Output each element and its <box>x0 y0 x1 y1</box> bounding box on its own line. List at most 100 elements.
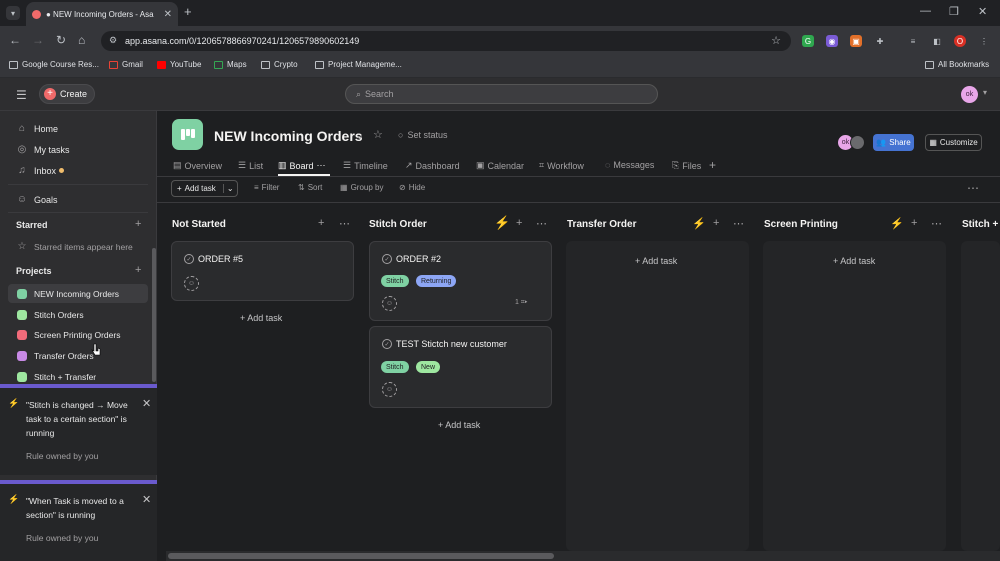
bookmark-item[interactable]: Project Manageme... <box>315 60 402 69</box>
media-controls-icon[interactable]: ≡ <box>907 35 919 47</box>
star-project-icon[interactable]: ☆ <box>373 128 383 141</box>
sidebar-item-inbox[interactable]: ♫ Inbox <box>16 165 65 176</box>
grammarly-extension-icon[interactable]: G <box>802 35 814 47</box>
forward-icon[interactable]: → <box>32 33 44 47</box>
sidebar-project-transfer-orders[interactable]: Transfer Orders <box>8 346 148 365</box>
tab-timeline[interactable]: ☰ Timeline <box>343 160 388 171</box>
rule-lightning-icon[interactable]: ⚡ <box>890 217 904 230</box>
tab-search-button[interactable]: ▾ <box>6 6 20 20</box>
subtask-count[interactable]: 1 ⌗▸ <box>515 299 528 307</box>
create-button[interactable]: + Create <box>39 84 95 104</box>
complete-check-icon[interactable]: ✓ <box>382 254 392 264</box>
starred-heading[interactable]: Starred <box>16 220 48 230</box>
customize-button[interactable]: ▦ Customize <box>925 134 982 151</box>
sidebar-item-my-tasks[interactable]: ◎ My tasks <box>16 144 70 155</box>
sidebar-item-home[interactable]: ⌂ Home <box>16 123 58 134</box>
extension-icon[interactable]: ◉ <box>826 35 838 47</box>
chevron-down-icon[interactable]: ▾ <box>983 88 987 97</box>
extensions-puzzle-icon[interactable]: ✚ <box>874 35 886 47</box>
projects-heading[interactable]: Projects <box>16 266 52 276</box>
close-tab-icon[interactable]: ✕ <box>164 9 172 20</box>
bookmark-item[interactable]: Maps <box>214 60 247 69</box>
add-project-icon[interactable]: + <box>135 264 141 276</box>
bookmark-item[interactable]: Google Course Res... <box>9 60 99 69</box>
bookmark-item[interactable]: Gmail <box>109 60 143 69</box>
add-column-task-icon[interactable]: + <box>911 217 917 229</box>
set-status-button[interactable]: ○ Set status <box>398 130 447 140</box>
column-header-transfer-order[interactable]: Transfer Order <box>567 219 636 230</box>
close-toast-icon[interactable]: ✕ <box>142 397 151 410</box>
tag-chip[interactable]: New <box>416 361 441 373</box>
sidebar-project-new-incoming-orders[interactable]: NEW Incoming Orders <box>8 284 148 303</box>
extension-icon[interactable]: ▣ <box>850 35 862 47</box>
add-task-link[interactable]: + Add task <box>438 420 480 430</box>
add-task-button[interactable]: + Add task ⌄ <box>171 180 238 197</box>
close-window-icon[interactable]: ✕ <box>978 5 987 18</box>
share-button[interactable]: 👥 Share <box>873 134 914 151</box>
more-options-icon[interactable]: ⋯ <box>967 181 979 195</box>
column-menu-icon[interactable]: ⋯ <box>733 217 744 230</box>
chevron-down-icon[interactable]: ⌄ <box>355 129 364 142</box>
side-panel-icon[interactable]: ◧ <box>931 35 943 47</box>
assignee-icon[interactable]: ☺ <box>184 276 199 291</box>
sort-button[interactable]: ⇅ Sort <box>298 183 322 192</box>
profile-avatar[interactable]: O <box>954 35 966 47</box>
rule-lightning-icon[interactable]: ⚡ <box>692 217 706 230</box>
tag-chip[interactable]: Returning <box>416 275 457 287</box>
browser-tab[interactable]: ● NEW Incoming Orders - Asa ✕ <box>26 2 178 26</box>
complete-check-icon[interactable]: ✓ <box>184 254 194 264</box>
sidebar-scrollbar[interactable] <box>152 248 156 382</box>
close-toast-icon[interactable]: ✕ <box>142 493 151 506</box>
add-tab-icon[interactable]: + <box>709 158 716 172</box>
hide-button[interactable]: ⊘ Hide <box>399 183 425 192</box>
tab-board[interactable]: ▥ Board ⋯ <box>278 160 326 171</box>
minimize-icon[interactable]: — <box>920 5 931 17</box>
add-column-task-icon[interactable]: + <box>516 217 522 229</box>
column-menu-icon[interactable]: ⋯ <box>339 217 350 230</box>
column-menu-icon[interactable]: ⋯ <box>536 217 547 230</box>
add-column-task-icon[interactable]: + <box>318 217 324 229</box>
back-icon[interactable]: ← <box>9 33 21 47</box>
hamburger-menu-icon[interactable]: ☰ <box>16 88 27 102</box>
add-task-link[interactable]: + Add task <box>240 313 282 323</box>
site-info-icon[interactable]: ⚙ <box>109 35 117 46</box>
user-avatar[interactable]: ok <box>961 86 978 103</box>
bookmark-item[interactable]: YouTube <box>157 60 201 69</box>
new-tab-button[interactable]: + <box>184 4 192 19</box>
add-task-link[interactable]: + Add task <box>635 256 677 266</box>
assignee-icon[interactable]: ☺ <box>382 382 397 397</box>
column-header-not-started[interactable]: Not Started <box>172 219 226 230</box>
column-header-stitch-order[interactable]: Stitch Order <box>369 219 427 230</box>
rule-lightning-icon[interactable]: ⚡ <box>494 215 510 231</box>
maximize-icon[interactable]: ❐ <box>949 5 959 18</box>
column-menu-icon[interactable]: ⋯ <box>931 217 942 230</box>
tag-chip[interactable]: Stitch <box>381 361 409 373</box>
add-task-link[interactable]: + Add task <box>833 256 875 266</box>
task-card[interactable]: ✓ TEST Stictch new customer Stitch New ☺ <box>369 326 552 408</box>
sidebar-project-stitch-orders[interactable]: Stitch Orders <box>8 305 148 324</box>
project-title[interactable]: NEW Incoming Orders <box>214 128 363 144</box>
all-bookmarks[interactable]: All Bookmarks <box>925 60 989 69</box>
tab-messages[interactable]: ◌ Messages <box>605 160 654 170</box>
column-header-screen-printing[interactable]: Screen Printing <box>764 219 838 230</box>
task-card[interactable]: ✓ ORDER #2 Stitch Returning ☺ 1 ⌗▸ <box>369 241 552 321</box>
group-by-button[interactable]: ▦ Group by <box>340 183 383 192</box>
home-browser-icon[interactable]: ⌂ <box>78 33 85 47</box>
sidebar-item-goals[interactable]: ☺ Goals <box>16 194 58 205</box>
assignee-icon[interactable]: ☺ <box>382 296 397 311</box>
tab-overview[interactable]: ▤ Overview <box>173 160 222 171</box>
project-board-icon[interactable] <box>172 119 203 150</box>
tab-files[interactable]: ⎘ Files <box>672 160 701 171</box>
scrollbar-thumb[interactable] <box>168 553 554 559</box>
more-icon[interactable]: ⋯ <box>317 160 326 171</box>
add-starred-icon[interactable]: + <box>135 218 141 230</box>
add-column-task-icon[interactable]: + <box>713 217 719 229</box>
bookmark-item[interactable]: Crypto <box>261 60 298 69</box>
reload-icon[interactable]: ↻ <box>56 33 66 47</box>
tag-chip[interactable]: Stitch <box>381 275 409 287</box>
url-bar[interactable]: ⚙ app.asana.com/0/1206578866970241/12065… <box>101 31 791 51</box>
search-input[interactable]: ⌕ Search <box>345 84 658 104</box>
browser-menu-icon[interactable]: ⋮ <box>978 35 990 47</box>
member-avatar[interactable] <box>850 135 865 150</box>
task-card[interactable]: ✓ ORDER #5 ☺ <box>171 241 354 301</box>
